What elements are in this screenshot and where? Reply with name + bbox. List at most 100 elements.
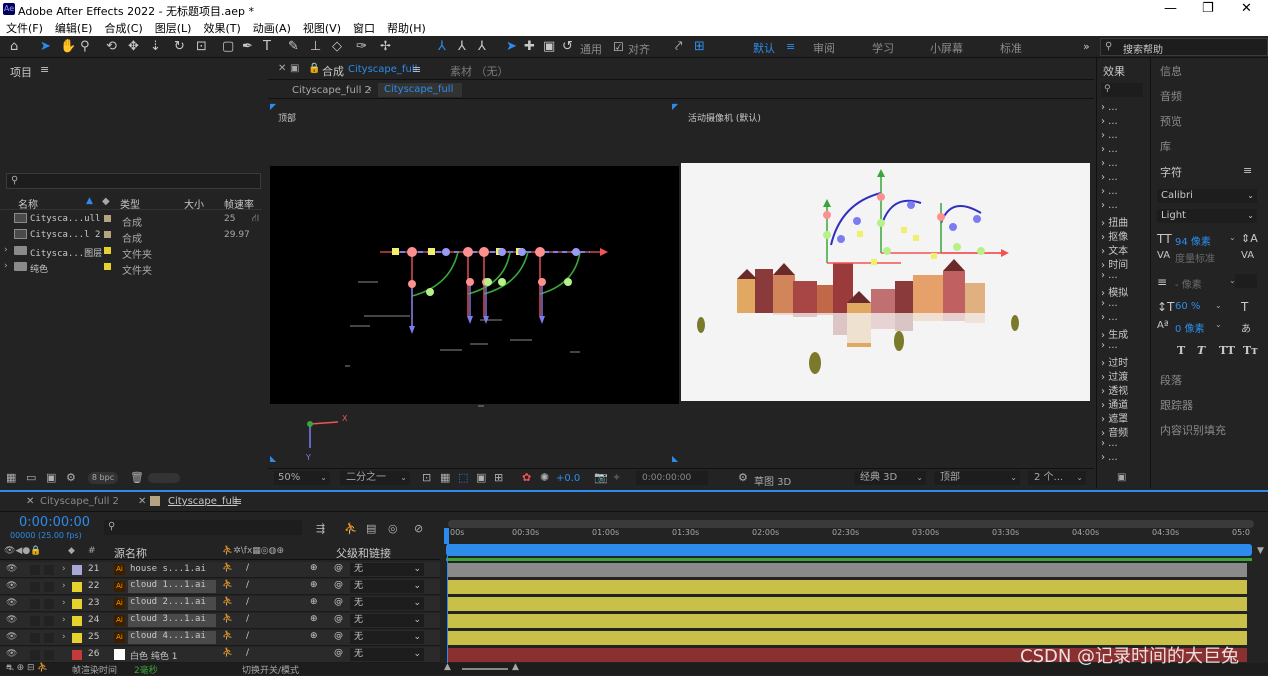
shy-layers-icon[interactable]: ⛹ — [344, 522, 358, 535]
library-panel-tab[interactable]: 库 — [1160, 138, 1171, 154]
faux-italic-button[interactable]: T — [1197, 344, 1205, 357]
workspace-more-icon[interactable]: » — [1083, 40, 1090, 53]
effects-category[interactable]: › ... — [1101, 158, 1118, 169]
collapse-switch-icon[interactable]: / — [246, 648, 249, 658]
selection-3d-icon[interactable]: ➤ — [506, 39, 517, 55]
rotate-icon[interactable]: ↻ — [174, 39, 185, 55]
layer-row[interactable]: 👁 › 21 Ai house s...1.ai ⛹ / ⊕ @ 无 ⌄ — [0, 562, 440, 578]
collapse-switch-icon[interactable]: / — [246, 597, 249, 607]
exposure-value[interactable]: +0.0 — [556, 473, 580, 484]
pickwhip-icon[interactable]: @ — [334, 614, 343, 624]
rect-icon[interactable]: ▢ — [222, 39, 234, 55]
puppet-icon[interactable]: ✢ — [380, 39, 391, 55]
label-swatch[interactable] — [72, 633, 82, 643]
help-search-box[interactable]: ⚲ 搜索帮助 — [1100, 38, 1268, 56]
restore-button[interactable]: ❐ — [1202, 1, 1214, 16]
pickwhip-icon[interactable]: @ — [334, 597, 343, 607]
menu-effect[interactable]: 效果(T) — [203, 20, 240, 36]
collapse-switch-icon[interactable]: / — [246, 631, 249, 641]
layer-row[interactable]: 👁 › 22 Ai cloud 1...1.ai ⛹ / ⊕ @ 无 ⌄ — [0, 579, 440, 595]
panel-menu-icon[interactable]: ≡ — [233, 495, 242, 508]
label-swatch[interactable] — [104, 263, 111, 270]
zoom-icon[interactable]: ⚲ — [80, 39, 90, 55]
effects-category-time[interactable]: › 时间 — [1101, 256, 1128, 271]
label-swatch[interactable] — [104, 231, 111, 238]
layer-name[interactable]: cloud 4...1.ai — [128, 631, 216, 644]
solo-switch[interactable] — [30, 582, 40, 592]
snap-grid-icon[interactable]: ⊞ — [694, 39, 705, 55]
zoom-out-icon[interactable]: ▲ — [444, 662, 451, 672]
effects-category-text[interactable]: › 文本 — [1101, 242, 1128, 257]
breadcrumb-item[interactable]: Cityscape_full 2 — [292, 85, 371, 96]
time-ruler[interactable]: 00s 00:30s 01:00s 01:30s 02:00s 02:30s 0… — [444, 520, 1254, 560]
effects-category[interactable]: › ... — [1101, 172, 1118, 183]
baseline-shift-value[interactable]: 0 像素 — [1175, 320, 1205, 335]
label-swatch[interactable] — [104, 215, 111, 222]
col-name[interactable]: 名称 — [18, 196, 38, 211]
collapse-switch-icon[interactable]: / — [246, 580, 249, 590]
timeline-search-input[interactable]: ⚲ — [104, 520, 302, 535]
layer-duration-bar[interactable] — [448, 597, 1247, 611]
motion-blur-icon[interactable]: ◎ — [388, 522, 398, 535]
world-axis-icon[interactable]: ⅄ — [458, 39, 466, 55]
menu-help[interactable]: 帮助(H) — [387, 20, 426, 36]
layer-name[interactable]: cloud 1...1.ai — [128, 580, 216, 593]
lock-switch[interactable] — [44, 599, 54, 609]
3d-layer-icon[interactable]: ⊕ — [310, 580, 318, 590]
layer-duration-bar[interactable] — [448, 563, 1247, 577]
new-effect-icon[interactable]: ▣ — [1117, 472, 1126, 483]
layer-row[interactable]: 👁 › 24 Ai cloud 3...1.ai ⛹ / ⊕ @ 无 ⌄ — [0, 613, 440, 629]
label-swatch[interactable] — [72, 616, 82, 626]
breadcrumb-active[interactable]: Cityscape_full — [378, 83, 462, 97]
shy-switch-icon[interactable]: ⛹ — [222, 580, 233, 590]
pickwhip-icon[interactable]: @ — [334, 563, 343, 573]
preview-panel-tab[interactable]: 预览 — [1160, 113, 1182, 129]
expand-chevron-icon[interactable]: › — [62, 581, 66, 591]
work-area-bar[interactable] — [448, 520, 1254, 528]
frame-blending-icon[interactable]: ▤ — [366, 522, 376, 535]
effects-category[interactable]: › ... — [1101, 298, 1118, 309]
menu-file[interactable]: 文件(F) — [6, 20, 43, 36]
label-swatch[interactable] — [72, 565, 82, 575]
menu-view[interactable]: 视图(V) — [303, 20, 341, 36]
snap-checkbox[interactable]: ☑ — [613, 39, 624, 55]
parent-dropdown[interactable]: 无 ⌄ — [350, 648, 424, 661]
eye-icon[interactable]: 👁 — [6, 649, 17, 659]
bpc-indicator[interactable]: 8 bpc — [88, 472, 118, 484]
effects-category[interactable]: › ... — [1101, 312, 1118, 323]
draft-3d-label[interactable]: 草图 3D — [754, 473, 791, 488]
font-style-dropdown[interactable]: Light ⌄ — [1157, 209, 1257, 223]
local-axis-icon[interactable]: ⅄ — [438, 39, 446, 55]
layer-row[interactable]: 👁 › 25 Ai cloud 4...1.ai ⛹ / ⊕ @ 无 ⌄ — [0, 630, 440, 646]
col-type[interactable]: 类型 — [120, 196, 140, 211]
menu-window[interactable]: 窗口 — [353, 20, 375, 36]
scale-3d-icon[interactable]: ▣ — [543, 39, 555, 55]
text-icon[interactable]: T — [263, 39, 271, 55]
interpret-footage-icon[interactable]: ▦ — [6, 471, 16, 484]
lock-switch[interactable] — [44, 565, 54, 575]
lock-switch[interactable] — [44, 616, 54, 626]
col-fps[interactable]: 帧速率 — [224, 196, 254, 211]
tracker-panel-tab[interactable]: 跟踪器 — [1160, 397, 1193, 413]
panel-menu-icon[interactable]: ≡ — [412, 63, 421, 76]
view-axis-icon[interactable]: ⅄ — [478, 39, 486, 55]
camera-snapshot-icon[interactable]: 📷 — [594, 471, 608, 484]
all-caps-button[interactable]: TT — [1219, 344, 1235, 357]
parent-header[interactable]: 父级和链接 — [336, 545, 391, 561]
graph-editor-icon[interactable]: ⊘ — [414, 522, 423, 535]
label-swatch[interactable] — [72, 599, 82, 609]
effects-category-keying[interactable]: › 抠像 — [1101, 228, 1128, 243]
col-size[interactable]: 大小 — [184, 196, 204, 211]
zoom-dropdown[interactable]: 50% ⌄ — [274, 471, 330, 485]
effects-category-matte[interactable]: › 遮罩 — [1101, 410, 1128, 425]
parent-dropdown[interactable]: 无 ⌄ — [350, 597, 424, 610]
kerning-value[interactable]: 度量标准 — [1175, 250, 1215, 265]
close-icon[interactable]: ✕ — [278, 63, 286, 74]
stroke-type-dropdown[interactable] — [1235, 274, 1257, 288]
grid-guides-icon[interactable]: ⊞ — [494, 471, 503, 484]
effects-category-audio[interactable]: › 音频 — [1101, 424, 1128, 439]
paragraph-panel-tab[interactable]: 段落 — [1160, 372, 1182, 388]
project-item[interactable]: Cityscа...l 2 合成 29.97 — [0, 228, 262, 245]
snap-feather-icon[interactable]: ⤤ — [675, 39, 682, 55]
toggle-switches-modes[interactable]: 切换开关/模式 — [242, 663, 299, 676]
